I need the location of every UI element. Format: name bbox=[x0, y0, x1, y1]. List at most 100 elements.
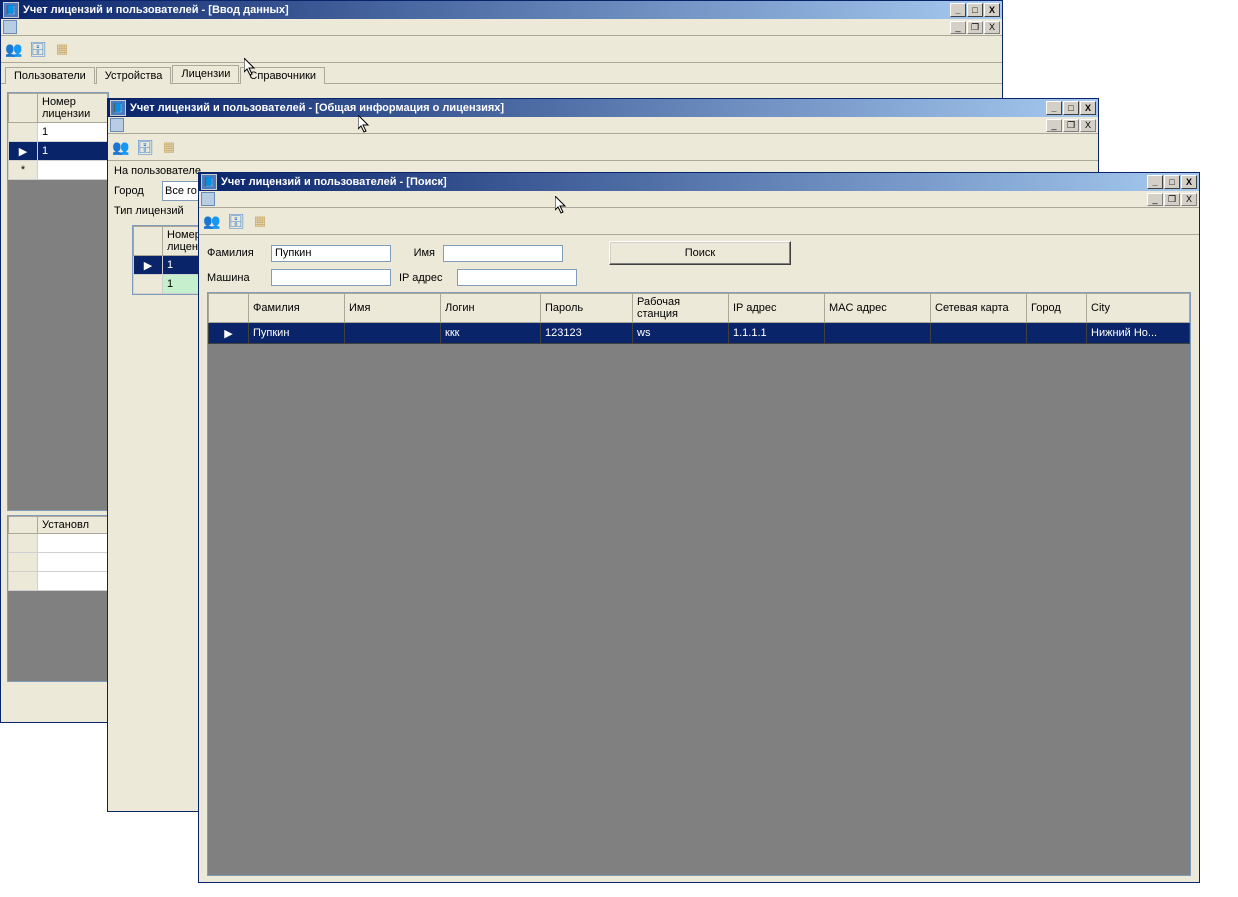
minimize-button[interactable]: _ bbox=[950, 3, 966, 17]
maximize-button[interactable]: □ bbox=[1063, 101, 1079, 115]
col-header-marker bbox=[209, 294, 249, 323]
mdi-minimize-button[interactable]: _ bbox=[1147, 193, 1163, 206]
menubar-w1: _ ❐ X bbox=[1, 19, 1002, 36]
app-icon: 📘 bbox=[3, 2, 19, 18]
tab-devices[interactable]: Устройства bbox=[96, 67, 172, 84]
tab-licenses[interactable]: Лицензии bbox=[172, 65, 239, 83]
user-icon[interactable]: 👥 bbox=[203, 212, 221, 230]
col-header-login[interactable]: Логин bbox=[441, 294, 541, 323]
mdi-icon[interactable] bbox=[201, 192, 215, 206]
cell-city: Нижний Но... bbox=[1087, 323, 1190, 344]
search-button[interactable]: Поиск bbox=[609, 241, 791, 265]
table-row[interactable]: ▶1 bbox=[9, 142, 108, 161]
toolbar-w3: 👥 🗄 ▦ bbox=[199, 208, 1199, 235]
cube-icon[interactable]: ▦ bbox=[251, 212, 269, 230]
mdi-icon[interactable] bbox=[3, 20, 17, 34]
database-icon[interactable]: 🗄 bbox=[136, 138, 154, 156]
row-marker: ▶ bbox=[209, 323, 249, 344]
combo-value: Все го bbox=[165, 185, 197, 197]
menubar-w3: _ ❐ X bbox=[199, 191, 1199, 208]
cell-gorod bbox=[1027, 323, 1087, 344]
col-header-firstname[interactable]: Имя bbox=[345, 294, 441, 323]
w3-body: Фамилия Имя Поиск Машина IP адрес bbox=[199, 235, 1199, 882]
table-row[interactable]: ▶ Пупкин ккк 123123 ws 1.1.1.1 Нижний Но… bbox=[209, 323, 1190, 344]
mdi-minimize-button[interactable]: _ bbox=[1046, 119, 1062, 132]
col-header[interactable]: Установл bbox=[38, 517, 108, 534]
col-header-workstation[interactable]: Рабочая станция bbox=[633, 294, 729, 323]
cell-netcard bbox=[931, 323, 1027, 344]
minimize-button[interactable]: _ bbox=[1147, 175, 1163, 189]
col-header-ip[interactable]: IP адрес bbox=[729, 294, 825, 323]
mdi-close-button[interactable]: X bbox=[1181, 193, 1197, 206]
user-icon[interactable]: 👥 bbox=[112, 138, 130, 156]
label-machine: Машина bbox=[207, 272, 263, 284]
table-row[interactable]: 1 bbox=[9, 123, 108, 142]
col-header-netcard[interactable]: Сетевая карта bbox=[931, 294, 1027, 323]
firstname-input[interactable] bbox=[443, 245, 563, 262]
title-w1: Учет лицензий и пользователей - [Ввод да… bbox=[23, 4, 950, 16]
label-lictype: Тип лицензий bbox=[114, 205, 184, 217]
app-icon: 📘 bbox=[201, 174, 217, 190]
label-ip: IP адрес bbox=[399, 272, 449, 284]
col-header-mac[interactable]: MAC адрес bbox=[825, 294, 931, 323]
database-icon[interactable]: 🗄 bbox=[227, 212, 245, 230]
installed-grid[interactable]: Установл bbox=[7, 515, 109, 682]
label-city: Город bbox=[114, 185, 156, 197]
label-firstname: Имя bbox=[399, 247, 435, 259]
mdi-close-button[interactable]: X bbox=[1080, 119, 1096, 132]
cell-mac bbox=[825, 323, 931, 344]
close-button[interactable]: X bbox=[1080, 101, 1096, 115]
col-header-password[interactable]: Пароль bbox=[541, 294, 633, 323]
col-header[interactable]: Номер лицензии bbox=[38, 94, 108, 123]
table-row[interactable] bbox=[9, 553, 108, 572]
tab-users[interactable]: Пользователи bbox=[5, 67, 95, 84]
mdi-close-button[interactable]: X bbox=[984, 21, 1000, 34]
mdi-restore-button[interactable]: ❐ bbox=[1164, 193, 1180, 206]
tab-dicts[interactable]: Справочники bbox=[240, 67, 325, 84]
cube-icon[interactable]: ▦ bbox=[53, 40, 71, 58]
mdi-minimize-button[interactable]: _ bbox=[950, 21, 966, 34]
mdi-icon[interactable] bbox=[110, 118, 124, 132]
cell-workstation: ws bbox=[633, 323, 729, 344]
table-row[interactable] bbox=[9, 572, 108, 591]
titlebar-w1[interactable]: 📘 Учет лицензий и пользователей - [Ввод … bbox=[1, 1, 1002, 19]
title-w2: Учет лицензий и пользователей - [Общая и… bbox=[130, 102, 1046, 114]
license-grid[interactable]: Номер лицензии 1 ▶1 * bbox=[7, 92, 109, 511]
header-row: Фамилия Имя Логин Пароль Рабочая станция… bbox=[209, 294, 1190, 323]
close-button[interactable]: X bbox=[984, 3, 1000, 17]
mdi-restore-button[interactable]: ❐ bbox=[967, 21, 983, 34]
maximize-button[interactable]: □ bbox=[1164, 175, 1180, 189]
cell-password: 123123 bbox=[541, 323, 633, 344]
table-row[interactable] bbox=[9, 534, 108, 553]
maximize-button[interactable]: □ bbox=[967, 3, 983, 17]
col-header-gorod[interactable]: Город bbox=[1027, 294, 1087, 323]
label-users: На пользователе bbox=[114, 165, 201, 177]
mdi-restore-button[interactable]: ❐ bbox=[1063, 119, 1079, 132]
table-row-new[interactable]: * bbox=[9, 161, 108, 180]
menubar-w2: _ ❐ X bbox=[108, 117, 1098, 134]
minimize-button[interactable]: _ bbox=[1046, 101, 1062, 115]
database-icon[interactable]: 🗄 bbox=[29, 40, 47, 58]
cell-firstname bbox=[345, 323, 441, 344]
search-form: Фамилия Имя Поиск Машина IP адрес bbox=[207, 241, 1191, 286]
col-header-city[interactable]: City bbox=[1087, 294, 1190, 323]
cube-icon[interactable]: ▦ bbox=[160, 138, 178, 156]
window-search: 📘 Учет лицензий и пользователей - [Поиск… bbox=[198, 172, 1200, 883]
machine-input[interactable] bbox=[271, 269, 391, 286]
ip-input[interactable] bbox=[457, 269, 577, 286]
toolbar-w1: 👥 🗄 ▦ bbox=[1, 36, 1002, 63]
tabstrip: Пользователи Устройства Лицензии Справоч… bbox=[1, 63, 1002, 84]
titlebar-w3[interactable]: 📘 Учет лицензий и пользователей - [Поиск… bbox=[199, 173, 1199, 191]
result-grid[interactable]: Фамилия Имя Логин Пароль Рабочая станция… bbox=[207, 292, 1191, 876]
label-lastname: Фамилия bbox=[207, 247, 263, 259]
app-icon: 📘 bbox=[110, 100, 126, 116]
toolbar-w2: 👥 🗄 ▦ bbox=[108, 134, 1098, 161]
titlebar-w2[interactable]: 📘 Учет лицензий и пользователей - [Общая… bbox=[108, 99, 1098, 117]
col-header-lastname[interactable]: Фамилия bbox=[249, 294, 345, 323]
lastname-input[interactable] bbox=[271, 245, 391, 262]
user-icon[interactable]: 👥 bbox=[5, 40, 23, 58]
close-button[interactable]: X bbox=[1181, 175, 1197, 189]
cell-login: ккк bbox=[441, 323, 541, 344]
title-w3: Учет лицензий и пользователей - [Поиск] bbox=[221, 176, 1147, 188]
cell-ip: 1.1.1.1 bbox=[729, 323, 825, 344]
